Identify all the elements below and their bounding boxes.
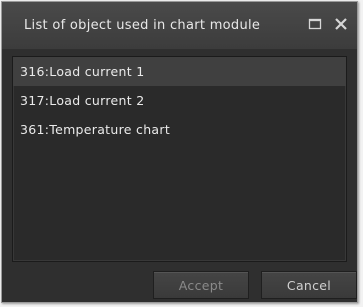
list-item[interactable]: 316:Load current 1 <box>13 57 346 86</box>
title-bar[interactable]: List of object used in chart module <box>2 2 357 49</box>
list-item[interactable]: 361:Temperature chart <box>13 115 346 144</box>
dialog-title: List of object used in chart module <box>24 18 261 33</box>
list-item[interactable]: 317:Load current 2 <box>13 86 346 115</box>
close-icon[interactable] <box>333 16 349 32</box>
cancel-button[interactable]: Cancel <box>261 271 357 299</box>
maximize-icon[interactable] <box>307 16 323 32</box>
object-list[interactable]: 316:Load current 1 317:Load current 2 36… <box>12 56 347 262</box>
accept-button[interactable]: Accept <box>153 271 249 299</box>
dialog-window: List of object used in chart module 316:… <box>1 1 358 303</box>
